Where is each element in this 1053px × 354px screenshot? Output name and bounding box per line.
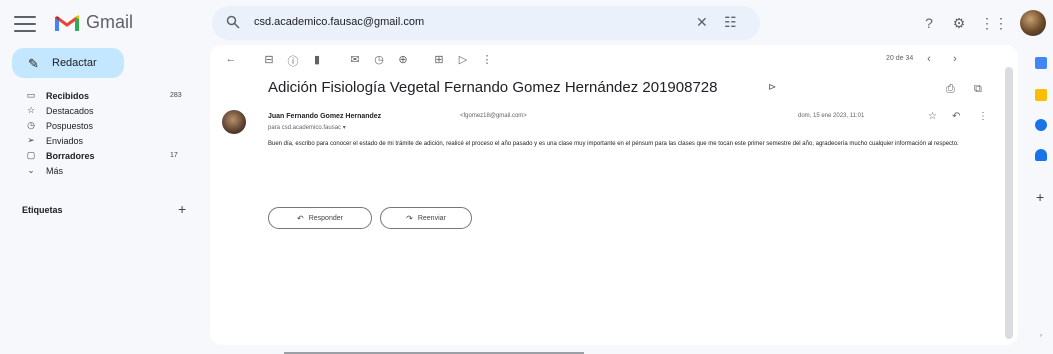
reply-icon: ↶ [297,213,304,223]
account-avatar[interactable] [1020,10,1046,36]
open-new-window-icon[interactable]: ⧉ [974,83,982,96]
forward-button[interactable]: ↷ Reenviar [380,207,472,229]
sidebar-item-more[interactable]: ⌄ Más [0,163,200,178]
mark-unread-icon[interactable]: ✉ [348,53,362,66]
side-panel: + [1030,45,1053,345]
print-icon[interactable]: ⎙ [946,83,955,96]
archive-icon[interactable]: ⊟ [262,53,276,66]
move-to-icon[interactable]: ⊞ [432,53,446,66]
forward-label: Reenviar [417,214,446,222]
star-icon[interactable]: ☆ [928,111,937,122]
sidebar-item-label: Destacados [46,105,94,116]
sender-name[interactable]: Juan Fernando Gomez Hernandez [268,113,381,120]
search-icon[interactable] [226,15,240,29]
gmail-m-icon [55,14,79,31]
sidebar-item-label: Borradores [46,150,95,161]
search-bar[interactable]: csd.academico.fausac@gmail.com ✕ ☷ [212,6,760,40]
keep-icon[interactable] [1035,89,1047,101]
contacts-icon[interactable] [1035,149,1047,161]
pencil-icon: ✎ [28,56,39,71]
back-arrow-icon[interactable]: ← [224,53,238,65]
apps-grid-icon[interactable]: ⋮⋮ [980,14,1008,32]
compose-label: Redactar [52,57,97,69]
email-body: Buen día, escribo para conocer el estado… [268,141,959,147]
reply-button[interactable]: ↶ Responder [268,207,372,229]
compose-button[interactable]: ✎ Redactar [12,48,124,78]
add-addon-icon[interactable]: + [1036,189,1044,205]
report-spam-icon[interactable]: ⓘ [286,53,300,69]
sidebar-item-label: Pospuestos [46,120,94,131]
sidebar-item-label: Enviados [46,135,84,146]
snooze-icon[interactable]: ◷ [372,53,386,66]
more-options-icon[interactable]: ⋮ [978,111,988,122]
app-name: Gmail [86,12,134,32]
search-input[interactable]: csd.academico.fausac@gmail.com [254,16,424,28]
important-marker-icon[interactable]: ⊳ [768,82,776,93]
gmail-logo[interactable]: Gmail [54,12,133,33]
settings-icon[interactable]: ⚙ [950,14,968,32]
inbox-icon: ▭ [26,90,36,100]
email-date: dom, 15 ene 2023, 11:01 [798,113,865,119]
labels-header: Etiquetas [22,205,63,215]
help-icon[interactable]: ? [920,14,938,32]
sidebar-item-snoozed[interactable]: ◷ Pospuestos [0,118,200,133]
chevron-down-icon: ⌄ [27,165,35,175]
unread-count: 283 [170,92,182,99]
scroll-right-arrow-icon[interactable]: › [1040,333,1042,339]
sender-avatar[interactable] [222,110,246,134]
top-bar: Gmail csd.academico.fausac@gmail.com ✕ ☷… [0,0,1053,48]
sender-email: <fgomez18@gmail.com> [460,113,527,119]
reply-icon[interactable]: ↶ [952,111,960,122]
sidebar-nav: ▭ Recibidos 283 ☆ Destacados ◷ Pospuesto… [0,88,200,178]
sidebar-item-starred[interactable]: ☆ Destacados [0,103,200,118]
recipient-line[interactable]: para csd.academico.fausac ▾ [268,124,346,131]
add-label-icon[interactable]: + [178,201,186,217]
main-menu-icon[interactable] [14,14,36,34]
label-icon[interactable]: ▷ [456,53,470,66]
calendar-icon[interactable] [1035,57,1047,69]
sidebar-item-inbox[interactable]: ▭ Recibidos 283 [0,88,200,103]
email-subject: Adición Fisiología Vegetal Fernando Gome… [268,79,718,96]
search-options-icon[interactable]: ☷ [724,14,737,31]
forward-icon: ↷ [406,213,413,223]
page-count: 20 de 34 [886,55,914,62]
next-email-icon[interactable]: › [948,53,962,65]
delete-icon[interactable]: ▮ [310,53,324,66]
sidebar-item-drafts[interactable]: ▢ Borradores 17 [0,148,200,163]
tasks-icon[interactable] [1035,119,1047,131]
add-task-icon[interactable]: ⊕ [396,53,410,66]
sidebar-item-label: Más [46,165,64,176]
sidebar-item-label: Recibidos [46,90,90,101]
clock-icon: ◷ [27,120,35,130]
star-icon: ☆ [26,105,36,115]
sidebar-item-sent[interactable]: ➢ Enviados [0,133,200,148]
draft-icon: ▢ [26,150,36,160]
clear-search-icon[interactable]: ✕ [696,14,708,31]
draft-count: 17 [170,152,178,159]
more-options-icon[interactable]: ⋮ [480,53,494,66]
reply-label: Responder [308,214,343,222]
prev-email-icon[interactable]: ‹ [922,53,936,65]
send-icon: ➢ [27,135,35,145]
reading-pane: ← ⊟ ⓘ ▮ ✉ ◷ ⊕ ⊞ ▷ ⋮ 20 de 34 ‹ › Adición… [210,45,1018,345]
scrollbar[interactable] [1005,67,1013,339]
